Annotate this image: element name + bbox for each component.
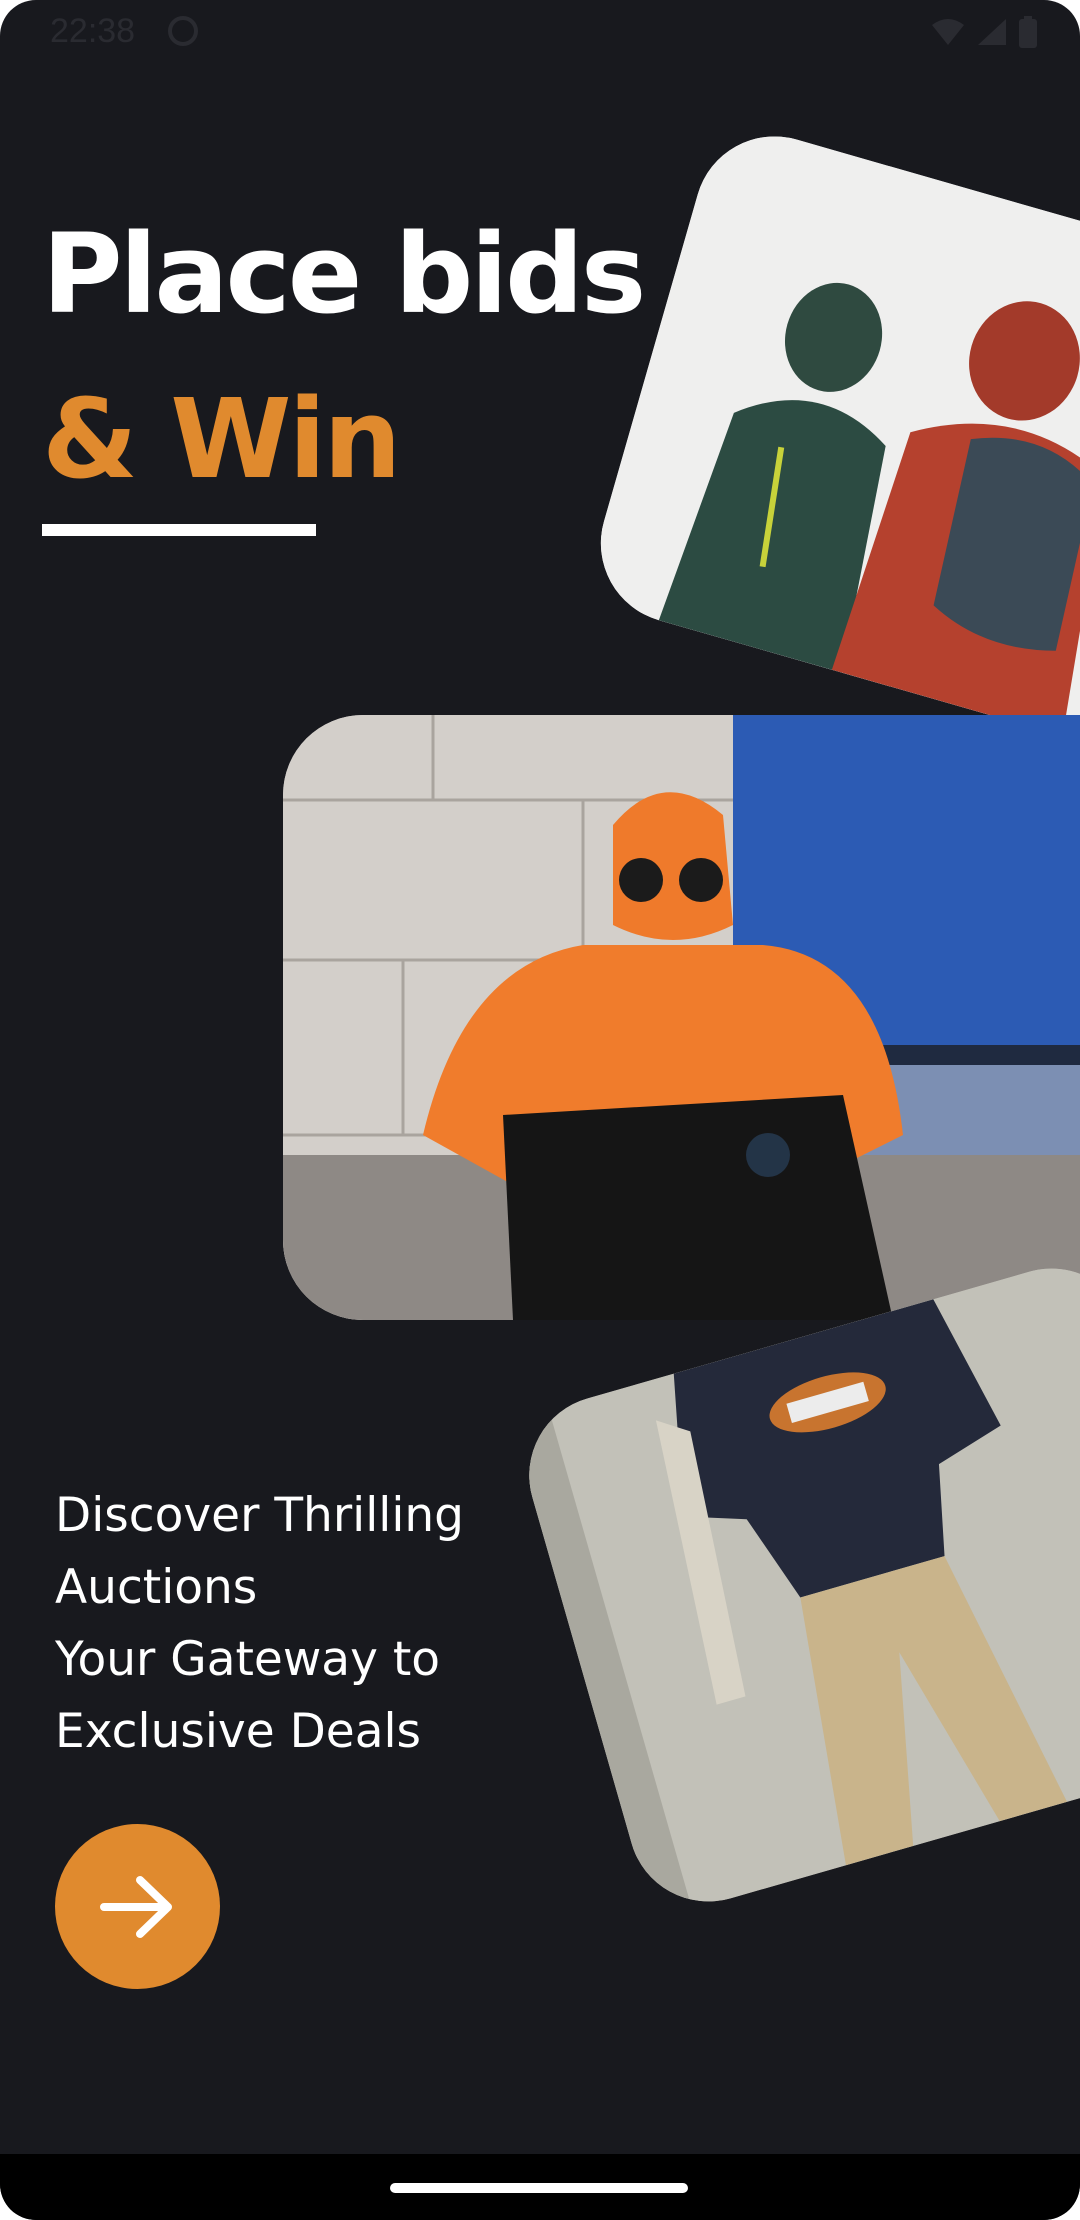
home-indicator[interactable]	[390, 2183, 688, 2193]
headline-place-bids: Place bids	[42, 210, 646, 338]
status-bar: 22:38	[0, 0, 1080, 66]
auction-photo-orange-jacket	[283, 715, 1080, 1320]
next-button[interactable]	[55, 1824, 220, 1989]
onboarding-screen: 22:38 Place bids & Win Discover Thrillin…	[0, 0, 1080, 2220]
orange-jacket-image	[283, 715, 1080, 1320]
tagline-line-2: Auctions	[55, 1560, 258, 1615]
arrow-right-icon	[99, 1875, 172, 1938]
headline-win: & Win	[42, 375, 402, 503]
graphic-tee-image	[510, 1249, 1080, 1921]
auction-photo-graphic-tee	[510, 1249, 1080, 1921]
battery-icon	[1019, 16, 1037, 48]
headline-underline	[42, 524, 316, 536]
status-time: 22:38	[50, 12, 136, 50]
status-icons	[930, 16, 1038, 48]
tagline: Discover Thrilling Auctions Your Gateway…	[55, 1480, 535, 1768]
cellular-signal-icon	[978, 19, 1006, 45]
app-notification-icon	[168, 16, 198, 46]
auction-photo-hikers	[581, 117, 1080, 753]
tagline-line-3: Your Gateway to	[55, 1632, 441, 1687]
tagline-line-1: Discover Thrilling	[55, 1488, 465, 1543]
wifi-icon	[932, 19, 964, 45]
hikers-image	[581, 117, 1080, 753]
tagline-line-4: Exclusive Deals	[55, 1704, 422, 1759]
